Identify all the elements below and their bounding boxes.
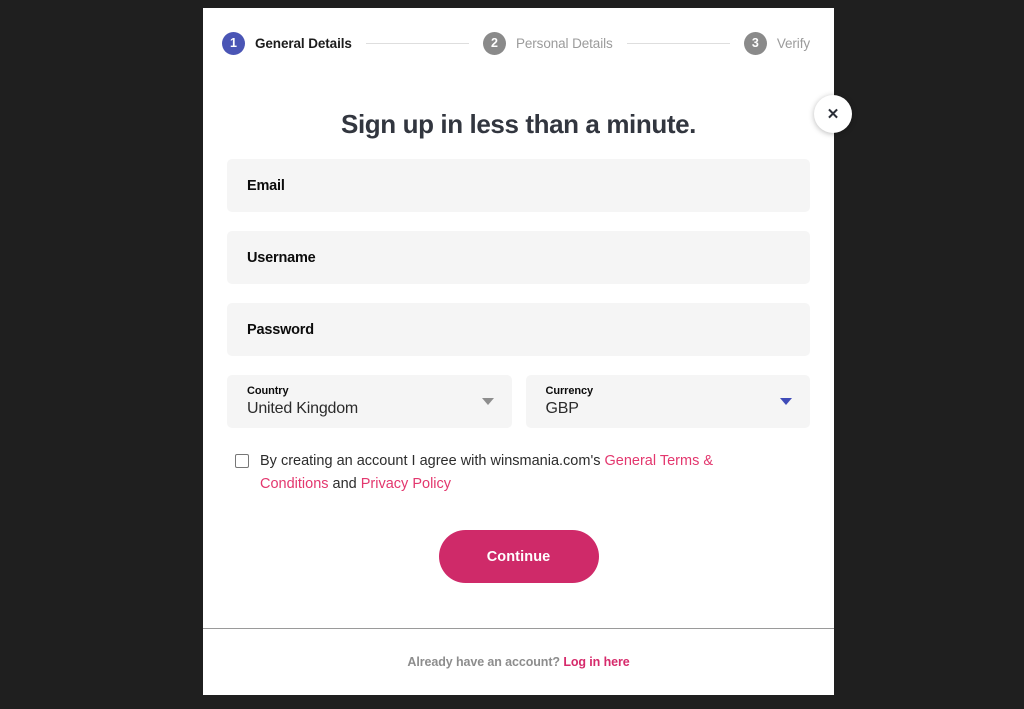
close-button[interactable]: ✕ xyxy=(814,95,852,133)
privacy-policy-link[interactable]: Privacy Policy xyxy=(361,476,451,492)
chevron-down-icon xyxy=(481,398,494,405)
country-select-label: Country xyxy=(247,385,289,398)
footer-prompt-text: Already have an account? xyxy=(407,655,560,669)
currency-select[interactable]: Currency GBP xyxy=(525,375,810,428)
step-connector-1 xyxy=(365,43,469,44)
currency-select-label: Currency xyxy=(545,385,594,398)
signup-modal: 1 General Details 2 Personal Details 3 V… xyxy=(203,8,834,695)
step-number-3: 3 xyxy=(743,32,767,55)
currency-select-texts: Currency GBP xyxy=(546,385,594,417)
terms-text: By creating an account I agree with wins… xyxy=(260,450,752,496)
country-select[interactable]: Country United Kingdom xyxy=(227,375,512,428)
signup-footer: Already have an account? Log in here xyxy=(203,628,834,695)
email-field-label: Email xyxy=(247,177,285,194)
currency-select-value: GBP xyxy=(545,399,579,417)
password-field[interactable]: Password xyxy=(227,303,810,356)
page-title: Sign up in less than a minute. xyxy=(341,109,696,139)
terms-text-before: By creating an account I agree with wins… xyxy=(260,453,605,469)
terms-checkbox[interactable] xyxy=(235,454,249,468)
step-label-general-details: General Details xyxy=(255,36,352,51)
country-currency-row: Country United Kingdom Currency GBP xyxy=(227,375,810,428)
step-label-personal-details: Personal Details xyxy=(515,36,613,51)
step-verify[interactable]: 3 Verify xyxy=(743,32,810,55)
step-personal-details[interactable]: 2 Personal Details xyxy=(482,32,613,55)
terms-agreement-row: By creating an account I agree with wins… xyxy=(227,450,810,496)
signup-form: Sign up in less than a minute. Email Use… xyxy=(203,79,834,628)
close-icon: ✕ xyxy=(826,105,840,123)
continue-button[interactable]: Continue xyxy=(438,530,599,583)
email-field[interactable]: Email xyxy=(227,159,810,212)
username-field-label: Username xyxy=(247,249,316,266)
signup-stepper: 1 General Details 2 Personal Details 3 V… xyxy=(203,8,834,79)
password-field-label: Password xyxy=(247,321,314,338)
footer-prompt: Already have an account? Log in here xyxy=(407,655,629,669)
continue-button-wrap: Continue xyxy=(227,530,810,583)
step-number-2: 2 xyxy=(482,32,506,55)
step-label-verify: Verify xyxy=(776,36,810,51)
terms-text-between: and xyxy=(328,476,361,492)
step-connector-2 xyxy=(626,43,730,44)
step-number-1: 1 xyxy=(222,32,245,55)
chevron-down-icon xyxy=(780,398,792,405)
step-general-details[interactable]: 1 General Details xyxy=(222,32,352,55)
username-field[interactable]: Username xyxy=(227,231,810,284)
country-select-texts: Country United Kingdom xyxy=(247,385,358,417)
country-select-value: United Kingdom xyxy=(247,399,359,417)
log-in-here-link[interactable]: Log in here xyxy=(563,655,629,669)
